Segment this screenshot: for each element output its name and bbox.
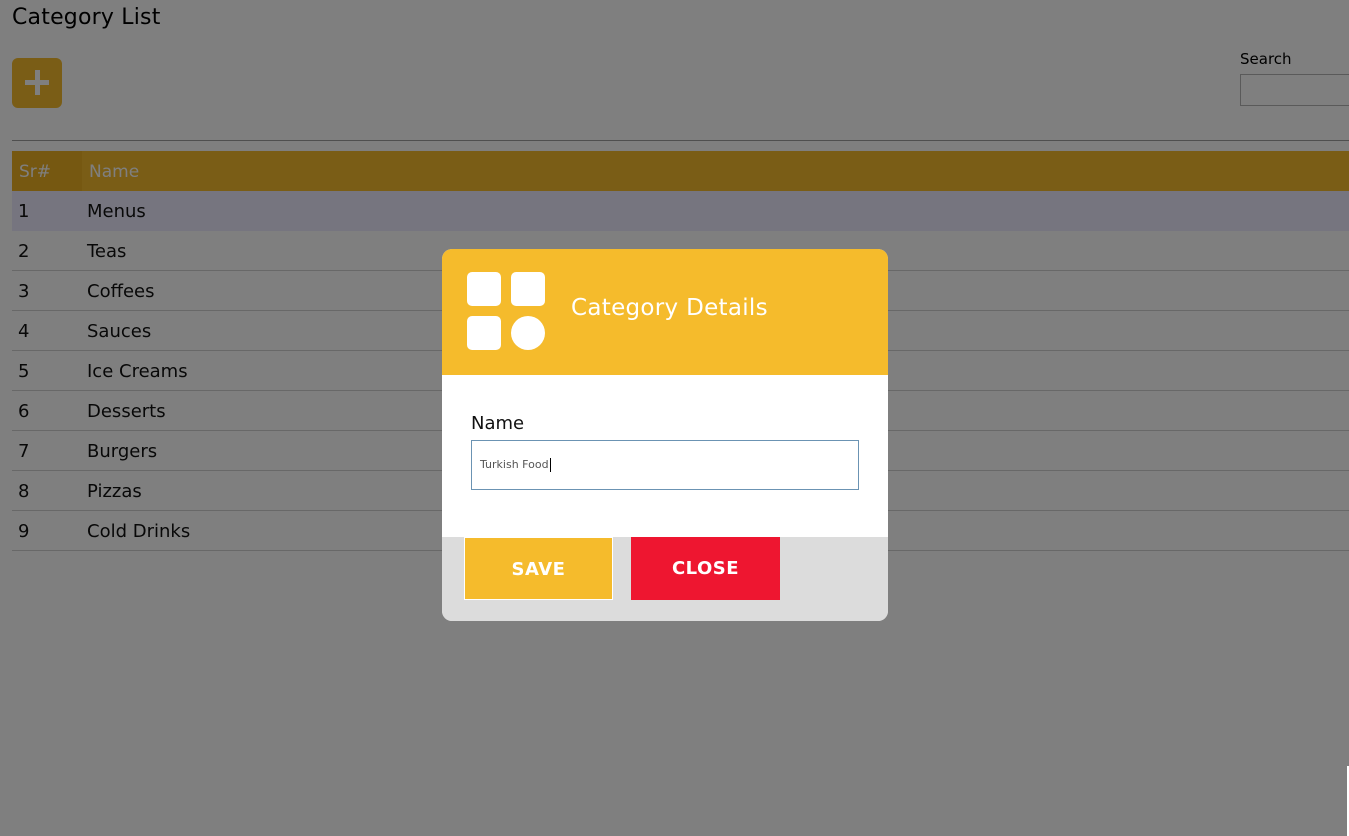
dialog-footer: SAVE CLOSE [442, 537, 888, 621]
dialog-title: Category Details [571, 295, 768, 321]
text-caret [549, 458, 551, 472]
name-field-label: Name [471, 413, 525, 434]
category-details-dialog: Category Details Name Turkish Food SAVE … [442, 249, 888, 621]
name-field[interactable]: Turkish Food [471, 440, 859, 490]
category-grid-icon [467, 272, 547, 352]
dialog-body: Name Turkish Food [442, 375, 888, 537]
close-button[interactable]: CLOSE [631, 537, 780, 600]
name-field-value: Turkish Food [480, 458, 549, 471]
save-button[interactable]: SAVE [464, 537, 613, 600]
dialog-header: Category Details [442, 249, 888, 375]
